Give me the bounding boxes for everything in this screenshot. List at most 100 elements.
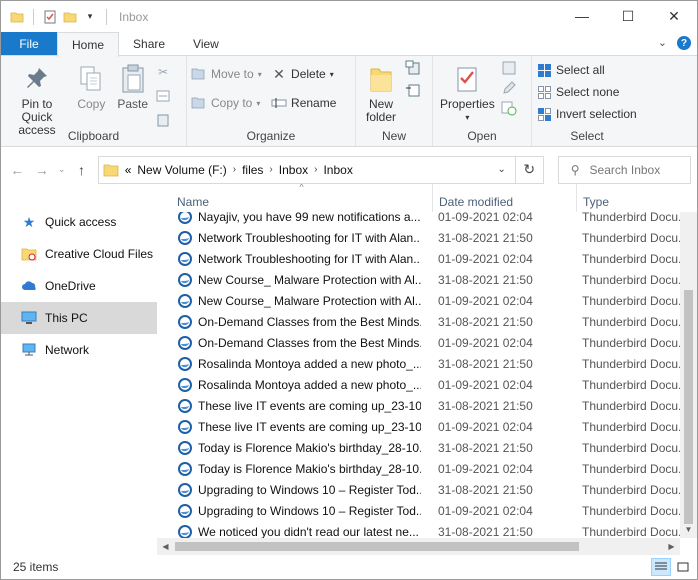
table-row[interactable]: Rosalinda Montoya added a new photo_... 3… <box>157 353 697 374</box>
maximize-button[interactable]: ☐ <box>605 1 651 31</box>
copy-to-button[interactable]: Copy to ▾ <box>191 95 262 111</box>
address-bar[interactable]: « New Volume (F:) › files › Inbox › Inbo… <box>97 155 516 184</box>
address-dropdown-icon[interactable]: ⌄ <box>489 157 515 183</box>
paste-button[interactable]: Paste <box>114 60 152 113</box>
chevron-right-icon[interactable]: › <box>269 164 272 175</box>
easy-access-icon[interactable] <box>405 82 421 98</box>
file-date: 01-09-2021 02:04 <box>438 251 533 266</box>
select-none-button[interactable]: Select none <box>536 84 637 100</box>
breadcrumb-inbox[interactable]: Inbox <box>279 163 308 177</box>
invert-selection-button[interactable]: Invert selection <box>536 106 637 122</box>
table-row[interactable]: New Course_ Malware Protection with Al..… <box>157 290 697 311</box>
tab-view[interactable]: View <box>179 32 233 55</box>
up-button[interactable]: ↑ <box>71 159 92 181</box>
new-folder-button[interactable]: New folder <box>360 60 402 126</box>
table-row[interactable]: Network Troubleshooting for IT with Alan… <box>157 248 697 269</box>
file-date: 31-08-2021 21:50 <box>438 230 533 245</box>
forward-button[interactable]: → <box>32 159 53 181</box>
table-row[interactable]: On-Demand Classes from the Best Minds...… <box>157 311 697 332</box>
column-header-type[interactable]: Type <box>577 184 687 212</box>
chevron-right-icon[interactable]: › <box>233 164 236 175</box>
refresh-button[interactable]: ↻ <box>515 155 544 184</box>
file-name: Today is Florence Makio's birthday_28-10… <box>198 440 421 455</box>
delete-button[interactable]: ✕ Delete ▾ <box>271 66 336 82</box>
customize-toolbar-icon[interactable]: ▾ <box>82 9 98 25</box>
table-row[interactable]: These live IT events are coming up_23-10… <box>157 416 697 437</box>
table-row[interactable]: Today is Florence Makio's birthday_28-10… <box>157 437 697 458</box>
expand-ribbon-icon[interactable]: ⌄ <box>658 36 667 50</box>
window-title: Inbox <box>119 9 149 24</box>
back-button[interactable]: ← <box>7 159 28 181</box>
copy-path-icon[interactable] <box>155 88 171 104</box>
table-row[interactable]: Rosalinda Montoya added a new photo_... 0… <box>157 374 697 395</box>
breadcrumb-files[interactable]: files <box>242 163 263 177</box>
file-name: We noticed you didn't read our latest ne… <box>198 524 419 539</box>
thunderbird-document-icon <box>177 293 193 309</box>
chevron-right-icon[interactable]: › <box>314 164 317 175</box>
nav-quick-access[interactable]: ★ Quick access <box>1 206 157 238</box>
file-date: 31-08-2021 21:50 <box>438 272 533 287</box>
open-group: Properties ▾ Open <box>433 56 532 146</box>
tab-share[interactable]: Share <box>119 32 179 55</box>
new-folder-icon[interactable] <box>62 9 78 25</box>
breadcrumb-volume[interactable]: New Volume (F:) <box>137 163 226 177</box>
file-date: 01-09-2021 02:04 <box>438 335 533 350</box>
file-type: Thunderbird Docu... <box>582 503 689 518</box>
scroll-right-icon[interactable]: ▶ <box>663 538 680 555</box>
table-row[interactable]: Upgrading to Windows 10 – Register Tod..… <box>157 500 697 521</box>
cut-icon[interactable]: ✂ <box>155 64 171 80</box>
thunderbird-document-icon <box>177 482 193 498</box>
clipboard-label: Clipboard <box>67 129 120 143</box>
nav-network[interactable]: Network <box>1 334 157 366</box>
help-icon[interactable]: ? <box>677 36 691 50</box>
file-type: Thunderbird Docu... <box>582 251 689 266</box>
minimize-button[interactable]: — <box>559 1 605 31</box>
breadcrumb-inbox-current[interactable]: Inbox <box>323 163 352 177</box>
select-all-button[interactable]: Select all <box>536 62 637 78</box>
tab-home[interactable]: Home <box>57 32 120 57</box>
file-date: 01-09-2021 02:04 <box>438 461 533 476</box>
details-view-icon[interactable] <box>651 558 671 576</box>
sort-up-icon: ^ <box>299 184 304 192</box>
open-icon[interactable] <box>501 60 517 76</box>
select-none-icon <box>536 84 552 100</box>
table-row[interactable]: These live IT events are coming up_23-10… <box>157 395 697 416</box>
scroll-left-icon[interactable]: ◀ <box>157 538 174 555</box>
horizontal-scroll-thumb[interactable] <box>175 542 579 551</box>
rename-button[interactable]: Rename <box>271 95 336 111</box>
large-icons-view-icon[interactable] <box>673 558 693 576</box>
properties-button[interactable]: Properties ▾ <box>437 60 498 126</box>
breadcrumb-overflow[interactable]: « <box>125 163 132 177</box>
nav-onedrive[interactable]: OneDrive <box>1 270 157 302</box>
file-type: Thunderbird Docu... <box>582 461 689 476</box>
search-input[interactable]: ⚲ Search Inbox <box>557 155 691 184</box>
file-type: Thunderbird Docu... <box>582 272 689 287</box>
paste-icon <box>117 62 149 96</box>
recent-locations-icon[interactable]: ⌄ <box>56 159 67 181</box>
table-row[interactable]: Network Troubleshooting for IT with Alan… <box>157 227 697 248</box>
copy-button[interactable]: Copy <box>72 60 110 113</box>
table-row[interactable]: Upgrading to Windows 10 – Register Tod..… <box>157 479 697 500</box>
nav-creative-cloud-files[interactable]: Creative Cloud Files <box>1 238 157 270</box>
table-row[interactable]: New Course_ Malware Protection with Al..… <box>157 269 697 290</box>
edit-icon[interactable] <box>501 80 517 96</box>
pin-to-quick-access-button[interactable]: Pin to Quick access <box>5 60 69 139</box>
history-icon[interactable] <box>501 100 517 116</box>
close-button[interactable]: ✕ <box>651 1 697 31</box>
ribbon-tabs: File Home Share View ⌄ ? <box>1 32 697 57</box>
column-header-date[interactable]: Date modified <box>433 184 577 212</box>
move-to-button[interactable]: Move to ▾ <box>191 66 262 82</box>
table-row[interactable]: On-Demand Classes from the Best Minds...… <box>157 332 697 353</box>
column-header-name[interactable]: ^ Name <box>171 184 433 212</box>
paste-shortcut-icon[interactable] <box>155 112 171 128</box>
scroll-down-icon[interactable]: ▼ <box>680 521 697 538</box>
table-row[interactable]: Today is Florence Makio's birthday_28-10… <box>157 458 697 479</box>
new-item-icon[interactable] <box>405 60 421 76</box>
vertical-scroll-thumb[interactable] <box>684 290 693 524</box>
clipboard-group: Pin to Quick access Copy Paste ✂ Clipboa… <box>1 56 187 146</box>
tab-file[interactable]: File <box>1 32 57 55</box>
vertical-scrollbar[interactable]: ▲ ▼ <box>680 184 697 538</box>
nav-this-pc[interactable]: This PC <box>1 302 157 334</box>
properties-check-icon[interactable] <box>42 9 58 25</box>
horizontal-scrollbar[interactable]: ◀ ▶ <box>157 538 680 555</box>
